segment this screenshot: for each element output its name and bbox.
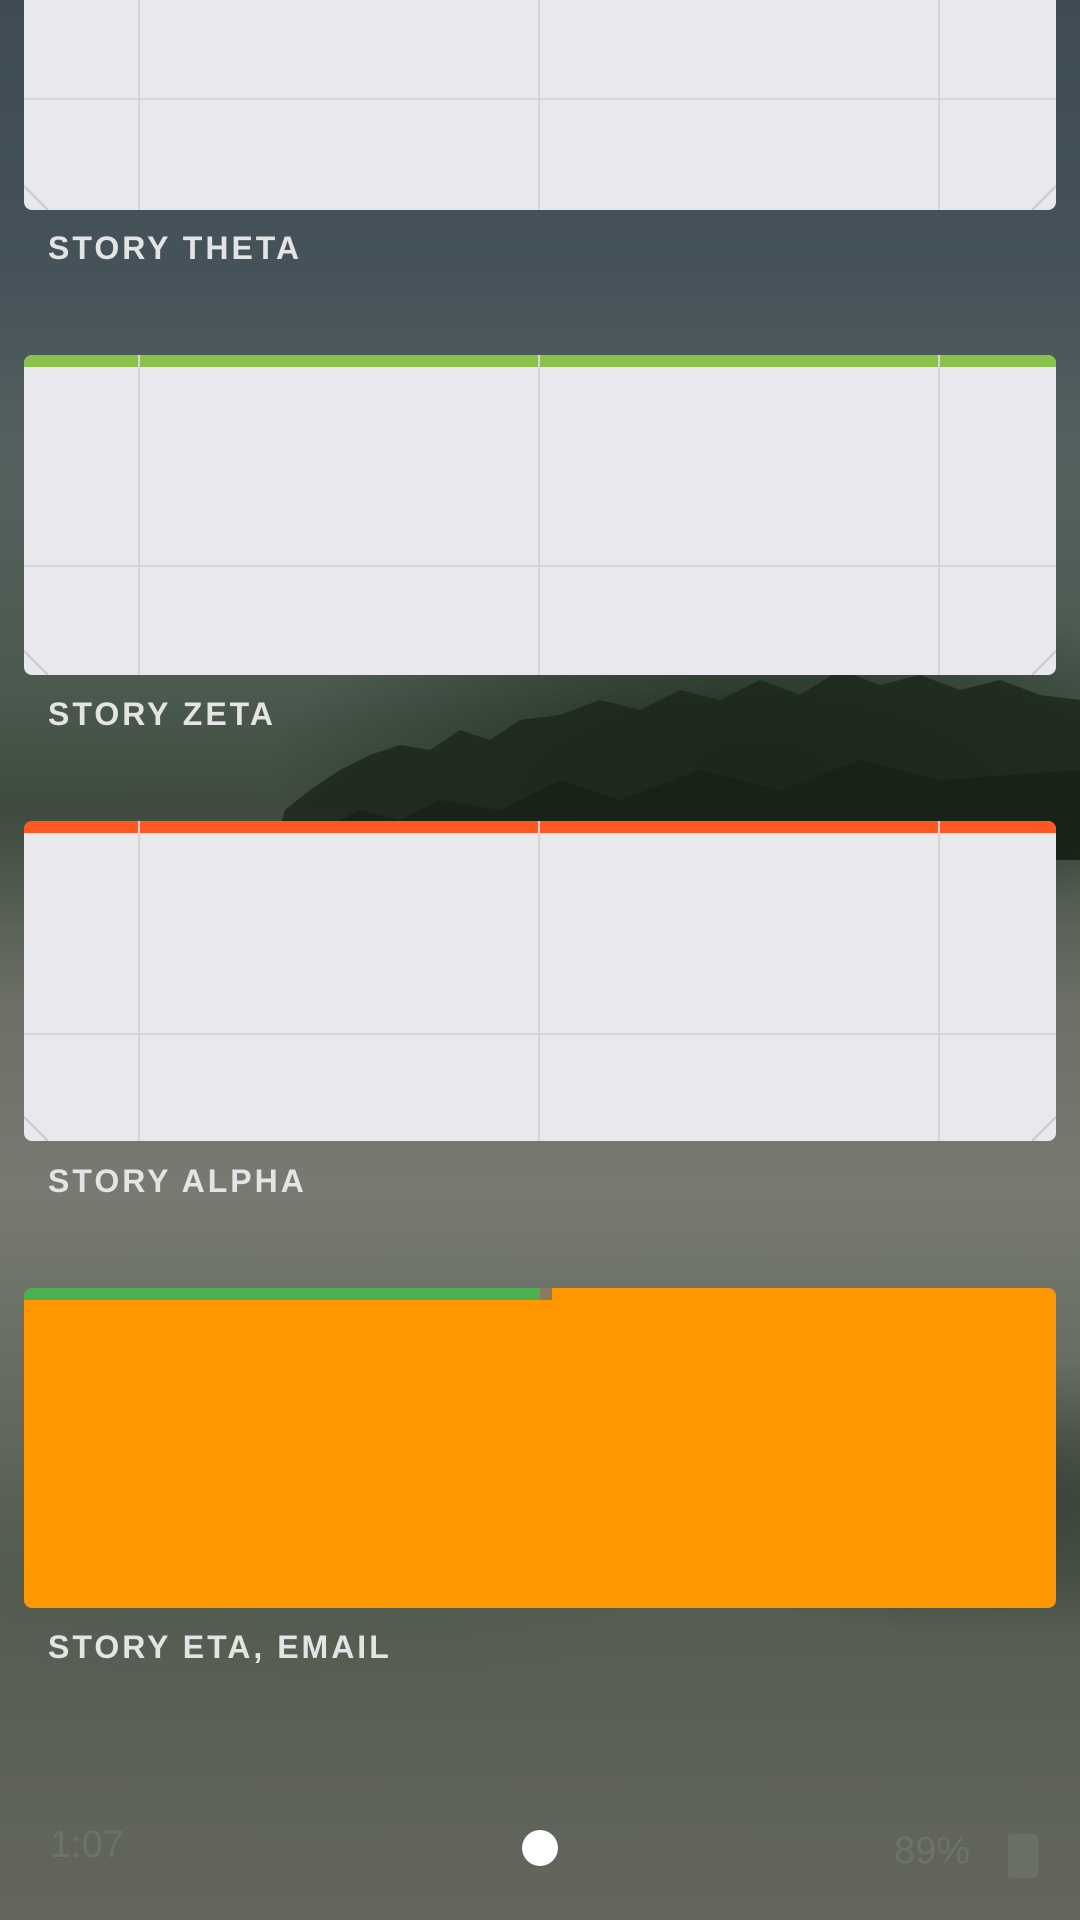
grid-line bbox=[938, 355, 940, 675]
resize-corner-icon bbox=[24, 650, 49, 675]
progress-bar bbox=[24, 1288, 1056, 1300]
resize-corner-icon bbox=[24, 1116, 49, 1141]
accent-bar bbox=[24, 821, 1056, 833]
grid-line bbox=[538, 821, 540, 1141]
grid-line bbox=[138, 821, 140, 1141]
grid-line bbox=[24, 565, 1056, 567]
battery-icon bbox=[1008, 1834, 1038, 1878]
resize-corner-icon bbox=[1031, 650, 1056, 675]
resize-corner-icon bbox=[24, 185, 49, 210]
grid-line bbox=[538, 0, 540, 210]
progress-divider bbox=[540, 1288, 552, 1300]
resize-corner-icon bbox=[1031, 185, 1056, 210]
battery-percentage: 89% bbox=[893, 1830, 970, 1872]
story-theta-widget[interactable] bbox=[24, 0, 1056, 210]
story-zeta-widget[interactable] bbox=[24, 355, 1056, 675]
story-zeta-label: STORY ZETA bbox=[48, 696, 276, 732]
resize-corner-icon bbox=[1031, 1116, 1056, 1141]
clock-time: 1:07 bbox=[50, 1824, 124, 1866]
story-eta-email-widget[interactable] bbox=[24, 1288, 1056, 1608]
accent-bar bbox=[24, 355, 1056, 367]
grid-line bbox=[24, 1033, 1056, 1035]
grid-line bbox=[138, 355, 140, 675]
grid-line bbox=[138, 0, 140, 210]
grid-line bbox=[938, 821, 940, 1141]
grid-line bbox=[538, 355, 540, 675]
grid-line bbox=[938, 0, 940, 210]
home-screen: STORY THETA STORY ZETA STORY ALPHA STORY… bbox=[0, 0, 1080, 1920]
page-indicator-dot[interactable] bbox=[522, 1830, 558, 1866]
story-alpha-widget[interactable] bbox=[24, 821, 1056, 1141]
progress-fill bbox=[24, 1288, 540, 1300]
grid-line bbox=[24, 98, 1056, 100]
story-alpha-label: STORY ALPHA bbox=[48, 1163, 307, 1199]
story-theta-label: STORY THETA bbox=[48, 230, 303, 266]
story-eta-email-label: STORY ETA, EMAIL bbox=[48, 1629, 392, 1665]
